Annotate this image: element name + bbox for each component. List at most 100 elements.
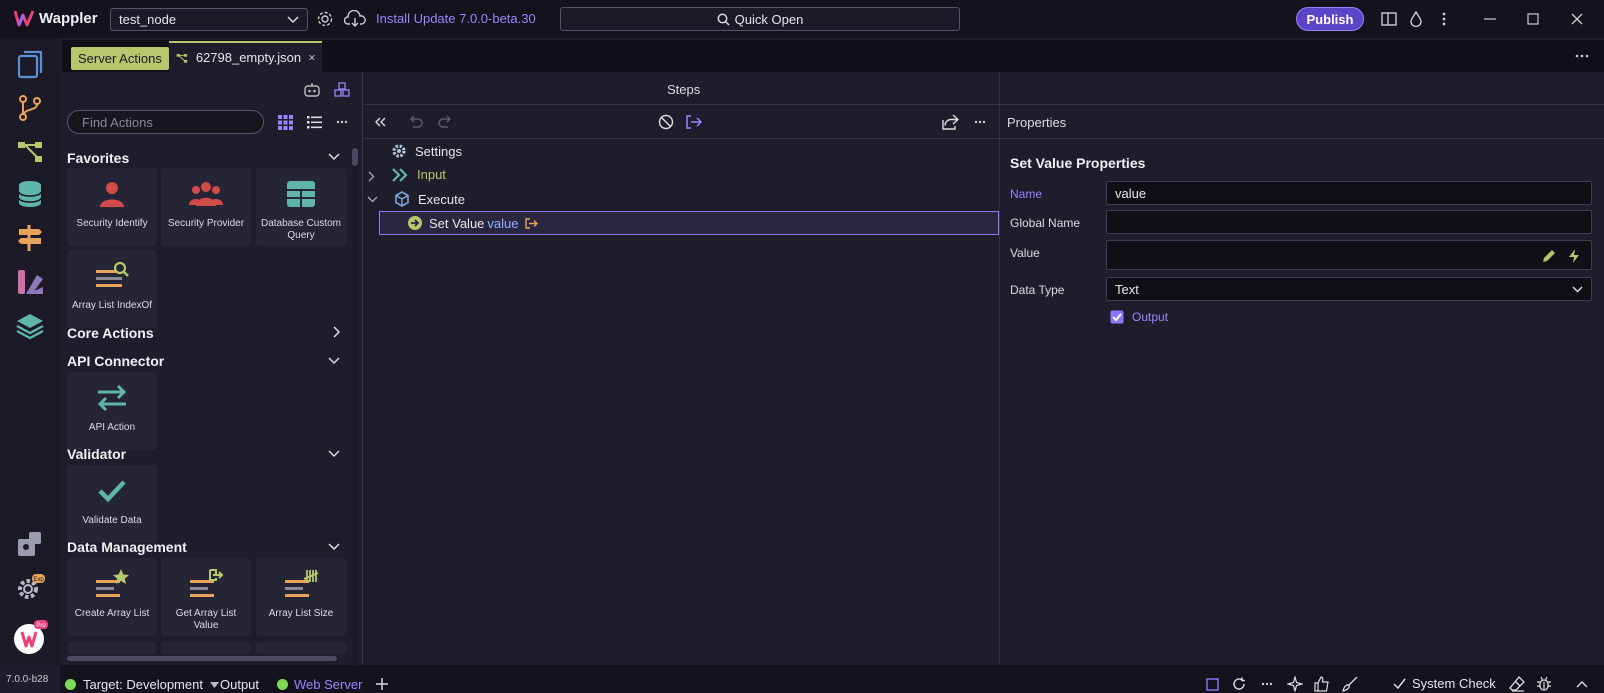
action-api-action[interactable]: API Action xyxy=(67,372,157,450)
actions-hscroll-thumb[interactable] xyxy=(67,656,337,661)
chevron-up-icon[interactable] xyxy=(1570,672,1594,693)
more-vertical-icon[interactable] xyxy=(1432,7,1456,31)
step-execute[interactable]: Execute xyxy=(394,191,465,207)
status-dot xyxy=(65,679,76,690)
output-tab[interactable]: Output xyxy=(220,677,259,692)
value-input[interactable] xyxy=(1106,240,1592,270)
name-input[interactable]: value xyxy=(1106,181,1592,205)
publish-button[interactable]: Publish xyxy=(1296,7,1364,31)
rail-git-icon[interactable] xyxy=(14,92,46,124)
close-window-icon[interactable] xyxy=(1565,7,1589,31)
step-label: Execute xyxy=(418,191,465,207)
search-icon xyxy=(717,13,730,26)
share-export-icon[interactable] xyxy=(938,110,962,134)
list-view-icon[interactable] xyxy=(302,110,326,134)
grid-view-icon[interactable] xyxy=(273,110,297,134)
chevron-down-icon[interactable] xyxy=(328,357,340,365)
find-actions-input[interactable]: Find Actions xyxy=(67,110,264,134)
tab-server-actions[interactable]: Server Actions xyxy=(71,47,169,70)
table-icon xyxy=(286,176,316,212)
section-favorites-title[interactable]: Favorites xyxy=(67,150,129,166)
tab-file[interactable]: 62798_empty.json xyxy=(169,41,322,72)
steps-panel-title: Steps xyxy=(667,82,701,97)
edit-pencil-icon[interactable] xyxy=(1537,244,1561,268)
thumbs-up-icon[interactable] xyxy=(1310,672,1334,693)
disable-step-icon[interactable] xyxy=(654,110,678,134)
section-api-connector-title[interactable]: API Connector xyxy=(67,353,164,369)
global-name-input[interactable] xyxy=(1106,210,1592,234)
split-layout-icon[interactable] xyxy=(1377,7,1401,31)
components-cubes-icon[interactable] xyxy=(330,78,354,102)
refresh-icon[interactable] xyxy=(1227,672,1251,693)
ai-sparkle-icon[interactable] xyxy=(1283,672,1307,693)
action-security-provider[interactable]: Security Provider xyxy=(161,168,251,246)
action-security-identify[interactable]: Security Identify xyxy=(67,168,157,246)
chevron-down-icon[interactable] xyxy=(328,450,340,458)
actions-scrollbar[interactable] xyxy=(352,146,358,666)
install-update-link[interactable]: Install Update 7.0.0-beta.30 xyxy=(376,11,536,26)
step-input[interactable]: Input xyxy=(391,167,446,182)
status-more-icon[interactable] xyxy=(1255,672,1279,693)
redo-icon[interactable] xyxy=(433,110,457,134)
action-label: Security Provider xyxy=(167,218,245,229)
action-array-list-indexof[interactable]: Array List IndexOf xyxy=(67,250,157,328)
quick-open-button[interactable]: Quick Open xyxy=(560,7,960,31)
step-label: Input xyxy=(417,167,446,182)
rail-extensions-puzzle-icon[interactable] xyxy=(14,528,46,560)
section-validator-title[interactable]: Validator xyxy=(67,446,126,462)
checkbox-checked-icon[interactable] xyxy=(1110,310,1124,324)
step-settings[interactable]: Settings xyxy=(391,143,462,159)
section-core-actions-title[interactable]: Core Actions xyxy=(67,325,154,341)
action-get-array-list-value[interactable]: Get Array List Value xyxy=(161,558,251,636)
rail-server-connect-icon[interactable] xyxy=(14,136,46,168)
rail-layers-icon[interactable] xyxy=(14,310,46,342)
actions-scroll-thumb[interactable] xyxy=(352,148,358,166)
section-data-management-title[interactable]: Data Management xyxy=(67,539,187,555)
brush-icon[interactable] xyxy=(1338,672,1362,693)
step-set-value-selected[interactable]: Set Value value xyxy=(379,211,999,235)
steps-more-icon[interactable] xyxy=(968,110,992,134)
close-tab-icon[interactable] xyxy=(309,53,315,62)
action-database-custom-query[interactable]: Database Custom Query xyxy=(256,168,346,246)
chevron-right-icon[interactable] xyxy=(368,171,375,182)
dynamic-lightning-icon[interactable] xyxy=(1562,244,1586,268)
chevron-down-icon[interactable] xyxy=(367,196,378,203)
actions-more-icon[interactable] xyxy=(330,110,354,134)
minimize-icon[interactable] xyxy=(1478,7,1502,31)
undo-icon[interactable] xyxy=(404,110,428,134)
web-server-status[interactable]: Web Server xyxy=(277,677,362,692)
project-name: test_node xyxy=(119,12,177,27)
debug-bug-icon[interactable] xyxy=(1532,672,1556,693)
action-card-partial[interactable] xyxy=(256,642,346,654)
chevron-right-icon[interactable] xyxy=(333,326,341,338)
rail-pages-icon[interactable] xyxy=(14,48,46,80)
cloud-download-icon[interactable] xyxy=(343,7,367,31)
project-select[interactable]: test_node xyxy=(110,8,308,31)
system-check-button[interactable]: System Check xyxy=(1393,676,1496,691)
square-outline-icon[interactable] xyxy=(1200,672,1224,693)
chevron-down-icon[interactable] xyxy=(328,153,340,161)
target-selector[interactable]: Target: Development xyxy=(65,677,219,692)
tabs-more-icon[interactable] xyxy=(1570,44,1594,68)
rail-routing-signpost-icon[interactable] xyxy=(14,222,46,254)
project-settings-gear-icon[interactable] xyxy=(313,7,337,31)
action-array-list-size[interactable]: Array List Size xyxy=(256,558,346,636)
action-create-array-list[interactable]: Create Array List xyxy=(67,558,157,636)
theme-drop-icon[interactable] xyxy=(1404,7,1428,31)
output-toggle-icon[interactable] xyxy=(682,110,706,134)
add-icon[interactable] xyxy=(370,672,394,693)
action-validate-data[interactable]: Validate Data xyxy=(67,465,157,543)
rail-assets-icon[interactable] xyxy=(14,266,46,298)
ai-robot-icon[interactable] xyxy=(300,78,324,102)
maximize-icon[interactable] xyxy=(1521,7,1545,31)
eraser-icon[interactable] xyxy=(1505,672,1529,693)
data-type-select[interactable]: Text xyxy=(1106,277,1592,301)
rail-database-icon[interactable] xyxy=(14,178,46,210)
output-checkbox-row[interactable]: Output xyxy=(1110,310,1168,324)
action-card-partial[interactable] xyxy=(161,642,251,654)
chevron-down-icon[interactable] xyxy=(328,543,340,551)
rail-settings-gear-icon[interactable]: Exp xyxy=(14,572,46,604)
rail-account-pro-icon[interactable]: Pro xyxy=(12,619,48,655)
collapse-left-icon[interactable] xyxy=(368,110,392,134)
action-card-partial[interactable] xyxy=(67,642,157,654)
